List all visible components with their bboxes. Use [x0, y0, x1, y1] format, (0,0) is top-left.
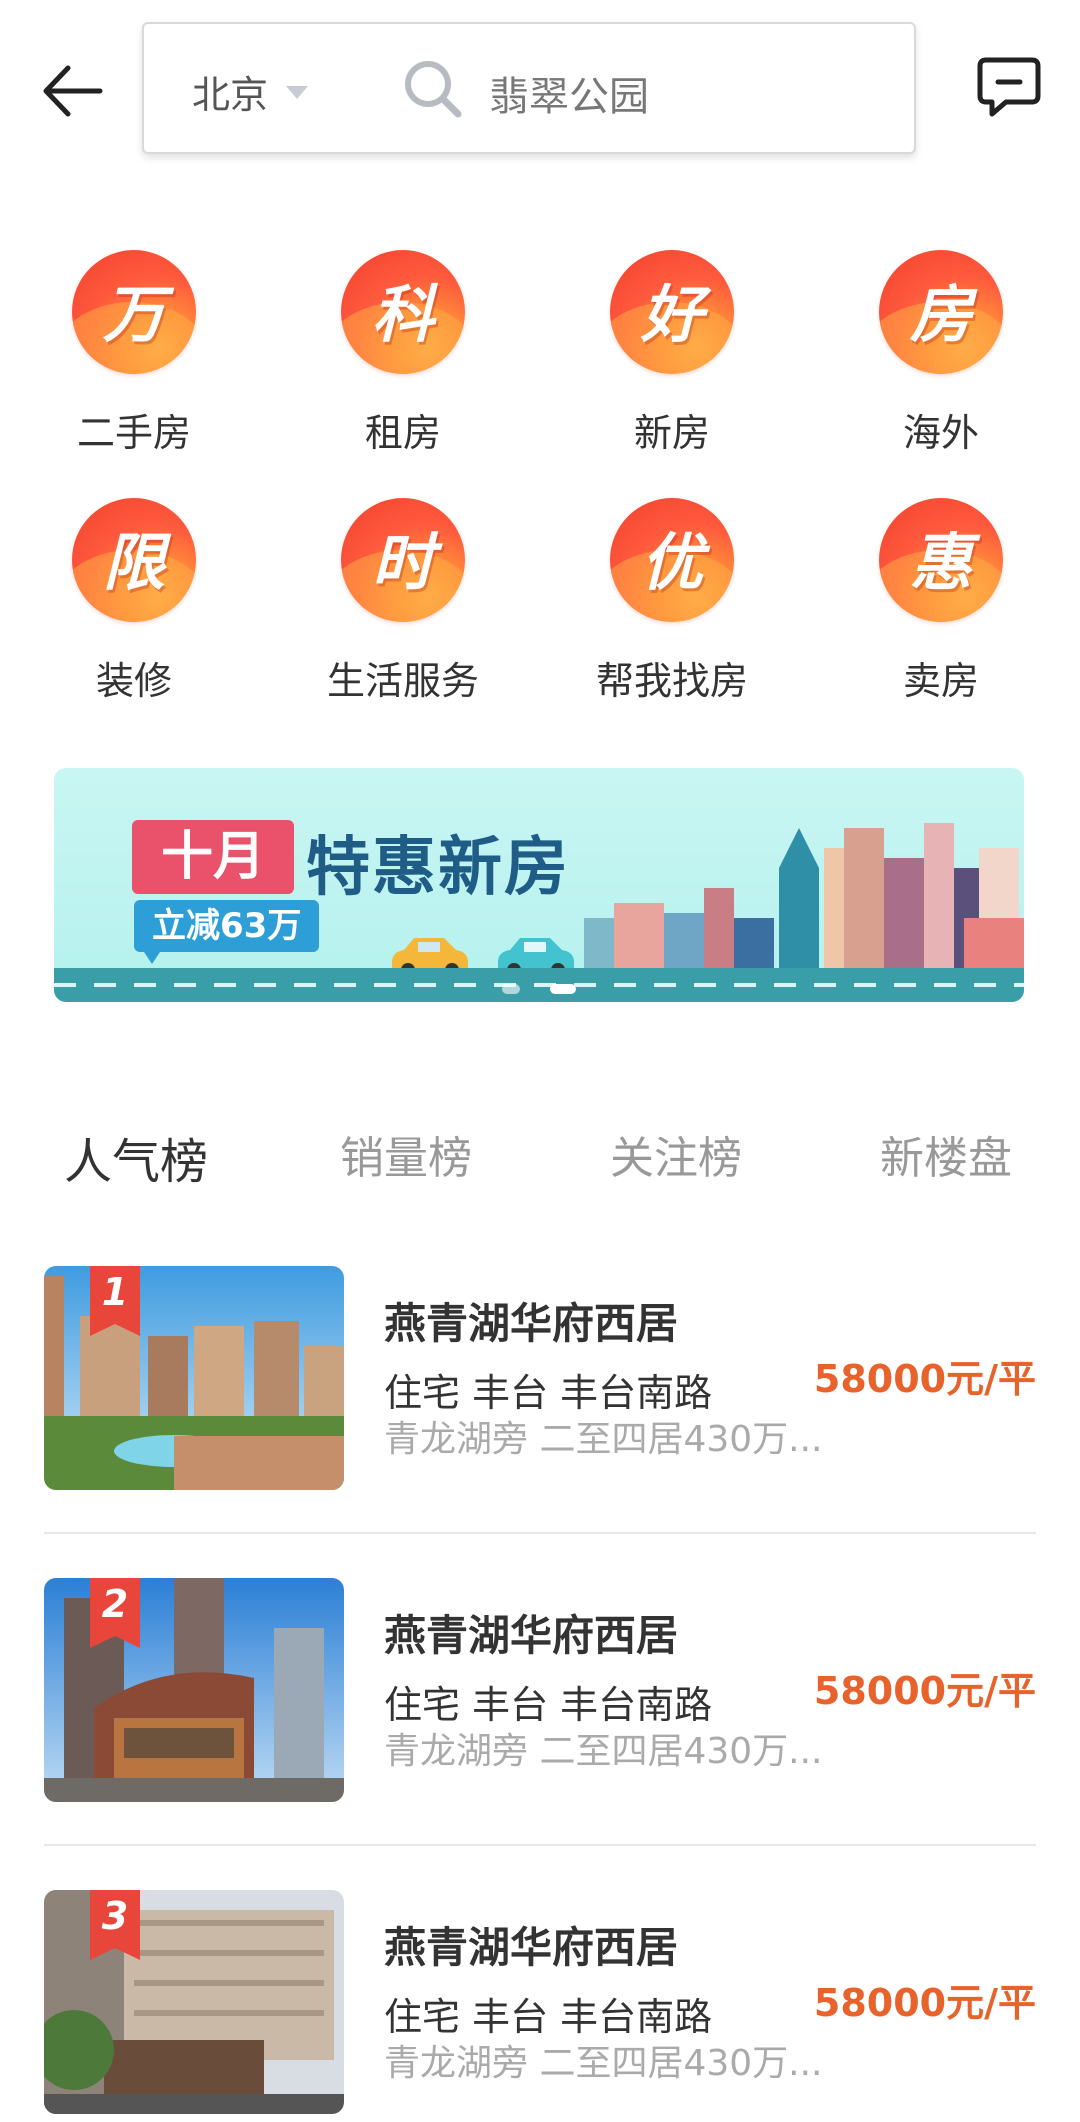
wan-icon: 万	[72, 250, 196, 374]
icon-glyph: 优	[640, 526, 703, 599]
icon-glyph: 好	[640, 278, 703, 351]
divider	[44, 1532, 1036, 1534]
listing-title: 燕青湖华府西居	[384, 1299, 679, 1348]
carousel-dot-active[interactable]	[550, 984, 576, 994]
promo-banner[interactable]: 十月 特惠新房 立减63万	[54, 768, 1024, 1002]
rank-badge: 1	[90, 1266, 140, 1336]
tab-new-projects[interactable]: 新楼盘	[880, 1122, 1012, 1186]
listing-description: 青龙湖旁 二至四居430万...	[384, 1731, 823, 1772]
category-rent[interactable]: 科 租房	[303, 250, 503, 455]
tab-followed[interactable]: 关注榜	[610, 1122, 742, 1186]
category-label: 租房	[364, 411, 441, 455]
you-icon: 优	[610, 498, 734, 622]
category-second-hand[interactable]: 万 二手房	[34, 250, 234, 455]
search-input[interactable]: 翡翠公园	[489, 64, 649, 122]
category-label: 海外	[902, 411, 979, 455]
icon-glyph: 房	[909, 278, 972, 351]
listing-price: 58000元/平	[813, 1669, 1036, 1713]
listing-subtitle: 住宅 丰台 丰台南路	[384, 1683, 713, 1727]
city-selector[interactable]: 北京	[192, 64, 268, 119]
message-icon[interactable]	[976, 54, 1042, 120]
category-overseas[interactable]: 房 海外	[841, 250, 1041, 455]
divider	[44, 1844, 1036, 1846]
icon-glyph: 万	[102, 278, 165, 351]
category-label: 装修	[95, 659, 172, 703]
icon-glyph: 科	[371, 278, 434, 351]
fang-icon: 房	[879, 250, 1003, 374]
chevron-down-icon[interactable]	[286, 86, 308, 99]
search-icon	[402, 58, 466, 122]
road-decoration	[54, 968, 1024, 1002]
ke-icon: 科	[341, 250, 465, 374]
category-label: 生活服务	[326, 659, 479, 703]
category-label: 卖房	[902, 659, 979, 703]
icon-glyph: 时	[371, 526, 434, 599]
listing-subtitle: 住宅 丰台 丰台南路	[384, 1371, 713, 1415]
listing-description: 青龙湖旁 二至四居430万...	[384, 2043, 823, 2084]
property-image: 1	[44, 1266, 344, 1490]
listing-subtitle: 住宅 丰台 丰台南路	[384, 1995, 713, 2039]
category-sell-home[interactable]: 惠 卖房	[841, 498, 1041, 703]
list-item[interactable]: 2 燕青湖华府西居 住宅 丰台 丰台南路 青龙湖旁 二至四居430万... 58…	[44, 1578, 1036, 1802]
category-label: 二手房	[76, 411, 191, 455]
icon-glyph: 惠	[909, 526, 972, 599]
icon-glyph: 限	[102, 526, 165, 599]
list-item[interactable]: 3 燕青湖华府西居 住宅 丰台 丰台南路 青龙湖旁 二至四居430万... 58…	[44, 1890, 1036, 2114]
property-image: 3	[44, 1890, 344, 2114]
list-item[interactable]: 1 燕青湖华府西居 住宅 丰台 丰台南路 青龙湖旁 二至四居430万... 58…	[44, 1266, 1036, 1490]
listing-price: 58000元/平	[813, 1357, 1036, 1401]
city-skyline-illustration	[584, 823, 1024, 978]
xian-icon: 限	[72, 498, 196, 622]
listing-title: 燕青湖华府西居	[384, 1923, 679, 1972]
listing-description: 青龙湖旁 二至四居430万...	[384, 1419, 823, 1460]
category-new-home[interactable]: 好 新房	[572, 250, 772, 455]
hui-icon: 惠	[879, 498, 1003, 622]
listing-price: 58000元/平	[813, 1981, 1036, 2025]
carousel-dot[interactable]	[502, 984, 520, 994]
property-image: 2	[44, 1578, 344, 1802]
top-bar: 北京 翡翠公园	[0, 0, 1080, 170]
shi-icon: 时	[341, 498, 465, 622]
category-label: 新房	[633, 411, 710, 455]
category-life-service[interactable]: 时 生活服务	[303, 498, 503, 703]
hao-icon: 好	[610, 250, 734, 374]
category-find-home[interactable]: 优 帮我找房	[572, 498, 772, 703]
banner-discount-badge: 立减63万	[134, 900, 320, 964]
rank-badge: 2	[90, 1578, 140, 1648]
category-decoration[interactable]: 限 装修	[34, 498, 234, 703]
banner-month-tag: 十月	[132, 820, 294, 894]
category-label: 帮我找房	[595, 659, 748, 703]
tab-popular[interactable]: 人气榜	[64, 1122, 208, 1192]
rank-badge: 3	[90, 1890, 140, 1960]
listing-title: 燕青湖华府西居	[384, 1611, 679, 1660]
search-bar[interactable]: 北京 翡翠公园	[142, 22, 916, 154]
tab-sales[interactable]: 销量榜	[340, 1122, 472, 1186]
banner-title: 特惠新房	[306, 831, 570, 905]
back-arrow-icon[interactable]	[38, 56, 108, 126]
